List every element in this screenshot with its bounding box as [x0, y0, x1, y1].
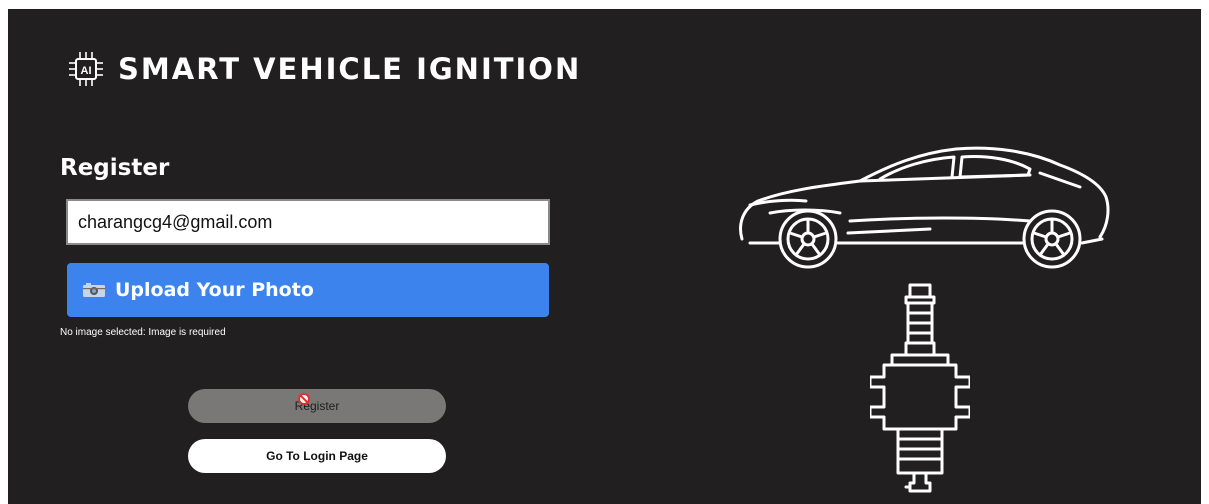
upload-photo-label: Upload Your Photo — [115, 279, 314, 301]
app-frame: AI SMART VEHICLE IGNITION Register Uploa… — [8, 9, 1201, 504]
camera-icon — [83, 283, 105, 297]
brand-header: AI SMART VEHICLE IGNITION — [66, 49, 581, 89]
register-button[interactable]: Register — [188, 389, 446, 423]
go-to-login-button[interactable]: Go To Login Page — [188, 439, 446, 473]
register-heading: Register — [60, 155, 170, 181]
upload-photo-button[interactable]: Upload Your Photo — [67, 263, 549, 317]
not-allowed-icon — [297, 393, 310, 405]
email-field[interactable] — [66, 199, 550, 245]
go-to-login-label: Go To Login Page — [266, 449, 368, 463]
ai-chip-icon: AI — [69, 52, 103, 86]
image-required-hint: No image selected: Image is required — [60, 327, 226, 338]
svg-text:AI: AI — [81, 65, 92, 77]
car-illustration — [739, 146, 1110, 269]
brand-title: SMART VEHICLE IGNITION — [118, 52, 582, 86]
spark-plug-illustration — [870, 283, 970, 493]
